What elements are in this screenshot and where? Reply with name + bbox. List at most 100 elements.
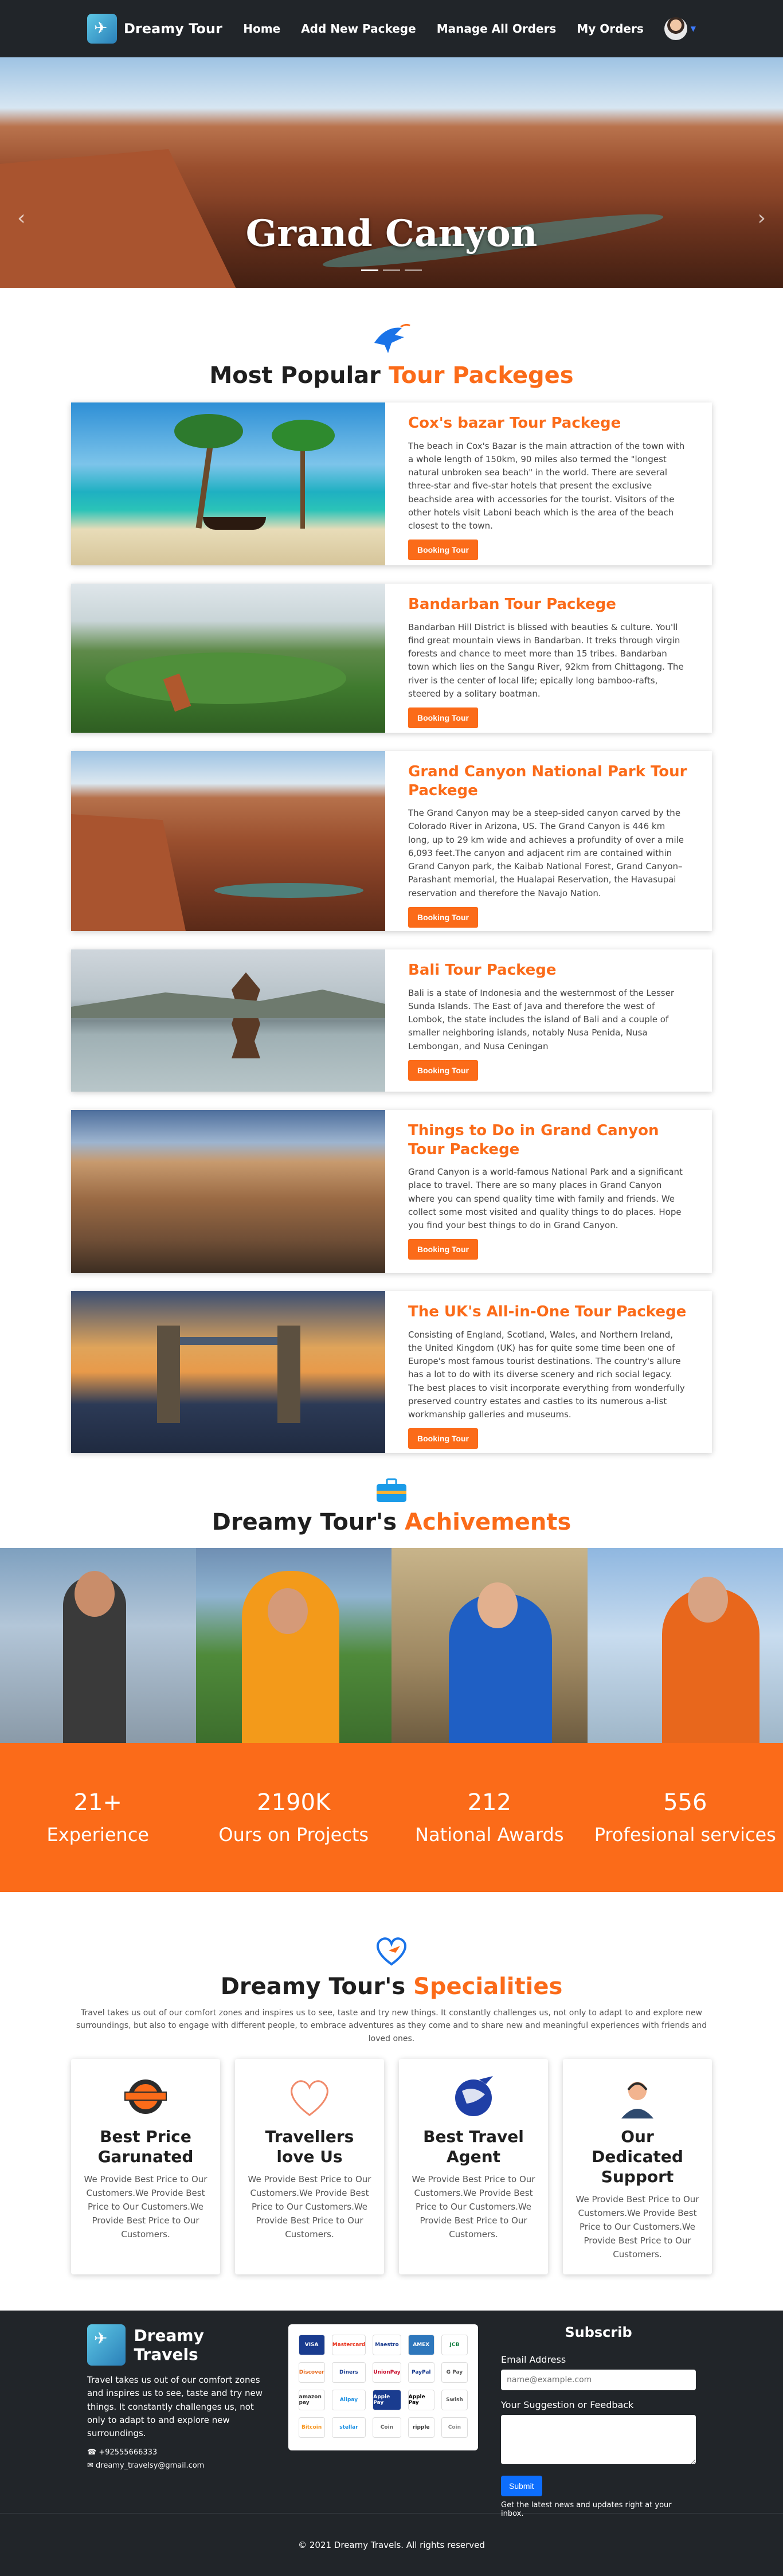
stat-services: 556 Profesional services (588, 1789, 783, 1846)
speciality-title: Our Dedicated Support (575, 2127, 699, 2187)
tour-image-bandarban (71, 584, 385, 733)
tour-title: The UK's All-in-One Tour Packege (408, 1303, 689, 1322)
subscribe-title: Subscrib (501, 2324, 696, 2340)
phone-icon: ☎ (87, 2448, 99, 2457)
tour-image-grand-canyon (71, 751, 385, 931)
tours-title-main: Most Popular (209, 362, 388, 389)
hiker-blue-photo (391, 1548, 588, 1743)
climber-photo (588, 1548, 783, 1743)
crypto-coin-icon: Coin (373, 2417, 401, 2438)
plane-icon (369, 320, 414, 357)
booking-tour-button[interactable]: Booking Tour (408, 1060, 478, 1081)
subscribe-note: Get the latest news and updates right at… (501, 2501, 696, 2518)
navbar: Dreamy Tour Home Add New Packege Manage … (0, 0, 783, 57)
tour-title: Things to Do in Grand Canyon Tour Packeg… (408, 1121, 689, 1159)
bitcoin-icon: Bitcoin (299, 2417, 325, 2438)
footer-about: Dreamy Travels Travel takes us out of ou… (87, 2324, 265, 2513)
email-label: Email Address (501, 2354, 696, 2365)
user-avatar[interactable] (664, 17, 687, 40)
submit-button[interactable]: Submit (501, 2476, 542, 2496)
footer-about-text: Travel takes us out of our comfort zones… (87, 2374, 265, 2440)
nav-my-orders-link[interactable]: My Orders (577, 22, 643, 36)
stat-label: Experience (0, 1824, 196, 1846)
achievements-title-main: Dreamy Tour's (212, 1509, 405, 1535)
booking-tour-button[interactable]: Booking Tour (408, 1239, 478, 1260)
achievements-title-accent: Achivements (405, 1509, 571, 1535)
stat-label: National Awards (391, 1824, 588, 1846)
tour-body: The UK's All-in-One Tour Packege Consist… (385, 1291, 712, 1453)
carousel-indicator[interactable] (405, 269, 422, 271)
email-address: dreamy_travelsy@gmail.com (96, 2461, 204, 2470)
speciality-text: We Provide Best Price to Our Customers.W… (575, 2192, 699, 2261)
specialities-title-accent: Specialities (413, 1973, 562, 2000)
tour-description: Consisting of England, Scotland, Wales, … (408, 1328, 689, 1422)
carousel-indicator[interactable] (383, 269, 400, 271)
tours-title: Most Popular Tour Packeges (0, 362, 783, 389)
nav-add-package-link[interactable]: Add New Packege (301, 22, 416, 36)
alipay-icon: Alipay (332, 2390, 366, 2410)
booking-tour-button[interactable]: Booking Tour (408, 707, 478, 728)
tours-title-accent: Tour Packeges (389, 362, 574, 389)
tour-image-uk (71, 1291, 385, 1453)
stat-label: Ours on Projects (196, 1824, 392, 1846)
booking-tour-button[interactable]: Booking Tour (408, 1428, 478, 1449)
footer: Dreamy Travels Travel takes us out of ou… (0, 2311, 783, 2513)
tour-body: Bali Tour Packege Bali is a state of Ind… (385, 949, 712, 1092)
guarantee-badge-icon (117, 2074, 174, 2120)
booking-tour-button[interactable]: Booking Tour (408, 907, 478, 928)
heart-icon (281, 2074, 338, 2120)
brand[interactable]: Dreamy Tour (87, 14, 222, 44)
speciality-cards: Best Price Garunated We Provide Best Pri… (71, 2059, 712, 2274)
copyright-bar: © 2021 Dreamy Travels. All rights reserv… (0, 2513, 783, 2576)
stat-experience: 21+ Experience (0, 1789, 196, 1846)
chevron-down-icon[interactable]: ▼ (691, 25, 696, 33)
footer-brand: Dreamy Travels (87, 2324, 265, 2366)
subscribe-form: Subscrib Email Address Your Suggestion o… (501, 2324, 696, 2513)
tour-title: Cox's bazar Tour Packege (408, 414, 689, 433)
tour-card: Cox's bazar Tour Packege The beach in Co… (71, 402, 712, 565)
swish-icon: Swish (441, 2390, 468, 2410)
specialities-title: Dreamy Tour's Specialities (0, 1973, 783, 2000)
footer-email: ✉ dreamy_travelsy@gmail.com (87, 2461, 265, 2470)
tour-card: Bandarban Tour Packege Bandarban Hill Di… (71, 584, 712, 733)
tour-description: Bandarban Hill District is blissed with … (408, 621, 689, 701)
nav-manage-orders-link[interactable]: Manage All Orders (437, 22, 557, 36)
stat-value: 556 (588, 1789, 783, 1816)
maestro-icon: Maestro (373, 2335, 401, 2355)
achievements-title: Dreamy Tour's Achivements (0, 1509, 783, 1535)
suggestion-textarea[interactable] (501, 2415, 696, 2464)
tour-list: Cox's bazar Tour Packege The beach in Co… (71, 402, 712, 1453)
carousel-indicators (0, 269, 783, 271)
tour-body: Bandarban Tour Packege Bandarban Hill Di… (385, 584, 712, 733)
booking-tour-button[interactable]: Booking Tour (408, 540, 478, 560)
speciality-card: Our Dedicated Support We Provide Best Pr… (563, 2059, 712, 2274)
speciality-card: Best Travel Agent We Provide Best Price … (399, 2059, 548, 2274)
speciality-text: We Provide Best Price to Our Customers.W… (412, 2172, 535, 2241)
tour-description: The Grand Canyon may be a steep-sided ca… (408, 807, 689, 900)
stat-awards: 212 National Awards (391, 1789, 588, 1846)
tours-section: Most Popular Tour Packeges Cox's bazar T… (0, 288, 783, 1453)
tour-description: The beach in Cox's Bazar is the main att… (408, 440, 689, 533)
speciality-text: We Provide Best Price to Our Customers.W… (84, 2172, 208, 2241)
google-pay-icon: G Pay (441, 2362, 468, 2383)
crypto-coin-icon: Coin (441, 2417, 468, 2438)
payment-methods: VISA Mastercard Maestro AMEX JCB Discove… (288, 2324, 478, 2450)
brand-name: Dreamy Tour (124, 21, 222, 37)
footer-brand-name: Dreamy Travels (134, 2326, 265, 2364)
hero-carousel: ‹ › Grand Canyon (0, 57, 783, 288)
nav-home-link[interactable]: Home (243, 22, 280, 36)
achievements-section: Dreamy Tour's Achivements 21+ Experience… (0, 1471, 783, 1892)
tour-card: Things to Do in Grand Canyon Tour Packeg… (71, 1110, 712, 1273)
copyright-text: © 2021 Dreamy Travels. All rights reserv… (298, 2540, 485, 2550)
suitcase-icon (373, 1477, 410, 1504)
specialities-section: Dreamy Tour's Specialities Travel takes … (0, 1892, 783, 2311)
stat-label: Profesional services (588, 1824, 783, 1846)
amazon-pay-icon: amazon pay (299, 2390, 325, 2410)
visa-icon: VISA (299, 2335, 325, 2355)
nav-links: Home Add New Packege Manage All Orders M… (243, 17, 696, 40)
achievement-photos (0, 1548, 783, 1743)
carousel-indicator[interactable] (361, 269, 378, 271)
suggestion-label: Your Suggestion or Feedback (501, 2399, 696, 2410)
email-input[interactable] (501, 2370, 696, 2390)
photographer-photo (0, 1548, 196, 1743)
